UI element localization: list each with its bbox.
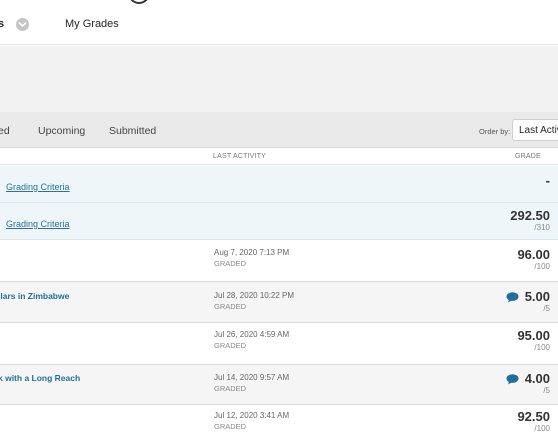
- last-activity-status: GRADED: [214, 384, 247, 393]
- last-activity-date: Jul 12, 2020 3:41 AM: [214, 411, 290, 420]
- grading-criteria-link[interactable]: Grading Criteria: [6, 182, 70, 192]
- last-activity-status: GRADED: [214, 341, 247, 350]
- grade-value: 92.50: [517, 409, 550, 424]
- grade-value: 292.50: [510, 208, 550, 223]
- grade-value: 4.00: [524, 371, 550, 386]
- tab-submitted[interactable]: Submitted: [109, 125, 156, 137]
- assignment-title-link[interactable]: llars in Zimbabwe: [0, 291, 69, 301]
- column-last-activity: LAST ACTIVITY: [213, 153, 267, 160]
- grade-value: -: [545, 173, 550, 188]
- table-row[interactable]: llars in Zimbabwe Jul 28, 2020 10:22 PM …: [0, 282, 558, 323]
- grade-out-of: /100: [534, 262, 550, 271]
- table-row[interactable]: Jul 12, 2020 3:41 AM GRADED 92.50 /100: [0, 405, 558, 438]
- table-row[interactable]: Jul 26, 2020 4:59 AM GRADED 95.00 /100: [0, 323, 558, 365]
- grade-out-of: /310: [534, 223, 550, 232]
- nav-courses-link[interactable]: s: [0, 18, 4, 30]
- grade-value: 96.00: [517, 247, 550, 262]
- grade-out-of: /5: [543, 386, 550, 395]
- top-nav: s My Grades: [0, 0, 558, 45]
- grade-value: 95.00: [517, 328, 550, 343]
- last-activity-date: Jul 28, 2020 10:22 PM: [214, 291, 295, 300]
- grade-value: 5.00: [524, 289, 550, 304]
- table-row[interactable]: k with a Long Reach Jul 14, 2020 9:57 AM…: [0, 365, 558, 405]
- grading-criteria-link[interactable]: Grading Criteria: [6, 219, 70, 229]
- last-activity-status: GRADED: [214, 422, 247, 431]
- last-activity-status: GRADED: [214, 259, 247, 268]
- chevron-down-icon[interactable]: [16, 18, 29, 31]
- tab-graded[interactable]: ed: [0, 125, 10, 137]
- last-activity-status: GRADED: [214, 302, 247, 311]
- grades-table-header: LAST ACTIVITY GRADE: [0, 149, 558, 165]
- order-by-select[interactable]: Last Activity: [512, 119, 558, 141]
- assignment-title-link[interactable]: k with a Long Reach: [0, 373, 80, 383]
- last-activity-date: Jul 26, 2020 4:59 AM: [214, 330, 290, 339]
- tab-upcoming[interactable]: Upcoming: [38, 125, 85, 137]
- header-title-fragment: [128, 0, 150, 4]
- comment-icon[interactable]: [506, 374, 519, 385]
- my-grades-link[interactable]: My Grades: [65, 18, 119, 30]
- column-grade: GRADE: [515, 153, 541, 160]
- filter-tabbar: ed Upcoming Submitted Order by: Last Act…: [0, 112, 558, 148]
- page-banner: [0, 46, 558, 112]
- table-row: Grading Criteria -: [0, 166, 558, 203]
- grade-out-of: /100: [534, 424, 550, 433]
- table-row[interactable]: Aug 7, 2020 7:13 PM GRADED 96.00 /100: [0, 240, 558, 282]
- order-by-label: Order by:: [479, 127, 511, 136]
- last-activity-date: Aug 7, 2020 7:13 PM: [214, 248, 290, 257]
- comment-icon[interactable]: [506, 292, 519, 303]
- grade-out-of: /100: [534, 343, 550, 352]
- table-row: Grading Criteria 292.50 /310: [0, 203, 558, 240]
- last-activity-date: Jul 14, 2020 9:57 AM: [214, 373, 290, 382]
- grade-out-of: /5: [543, 304, 550, 313]
